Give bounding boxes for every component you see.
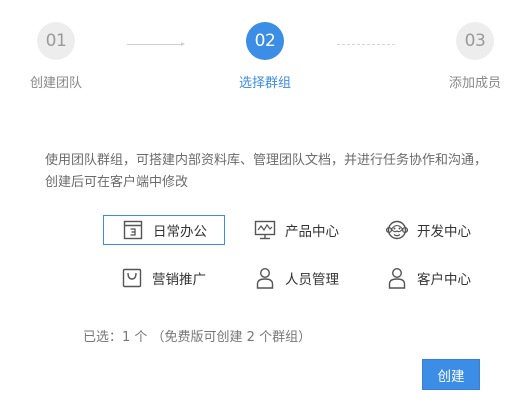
shopping-bag-icon — [121, 267, 143, 289]
option-label: 营销推广 — [152, 272, 206, 288]
step-connector-dashed — [337, 44, 395, 45]
step-number-circle: 01 — [37, 22, 75, 60]
selection-summary: 已选：1 个 （免费版可创建 2 个群组） — [83, 330, 312, 345]
group-option-product[interactable]: 产品中心 — [236, 215, 358, 245]
create-button[interactable]: 创建 — [422, 359, 480, 390]
monitor-icon — [254, 219, 276, 241]
step-label: 添加成员 — [448, 76, 501, 91]
group-option-office[interactable]: 日常办公 — [103, 215, 225, 245]
option-label: 人员管理 — [285, 272, 339, 288]
monkey-icon — [386, 219, 408, 241]
option-label: 开发中心 — [417, 224, 471, 240]
step-add-members: 03 添加成员 — [425, 22, 525, 91]
group-option-dev[interactable]: 开发中心 — [368, 215, 490, 245]
person-icon — [386, 267, 408, 289]
step-select-group: 02 选择群组 — [215, 22, 315, 91]
option-label: 日常办公 — [153, 224, 207, 240]
calendar-icon — [122, 219, 144, 241]
step-create-team: 01 创建团队 — [6, 22, 106, 91]
step-label: 选择群组 — [238, 76, 291, 91]
group-option-marketing[interactable]: 营销推广 — [103, 263, 225, 293]
person-icon — [254, 267, 276, 289]
group-option-hr[interactable]: 人员管理 — [236, 263, 358, 293]
step-label: 创建团队 — [29, 76, 82, 91]
group-option-customer[interactable]: 客户中心 — [368, 263, 490, 293]
option-label: 产品中心 — [285, 224, 339, 240]
step-connector-arrow — [127, 42, 185, 46]
option-label: 客户中心 — [417, 272, 471, 288]
create-team-wizard: 01 创建团队 02 选择群组 03 添加成员 使用团队群组，可搭建内部资料库、… — [0, 0, 526, 406]
step-number-circle: 02 — [246, 22, 284, 60]
step-number-circle: 03 — [456, 22, 494, 60]
group-description: 使用团队群组，可搭建内部资料库、管理团队文档，并进行任务协作和沟通，创建后可在客… — [45, 153, 488, 190]
